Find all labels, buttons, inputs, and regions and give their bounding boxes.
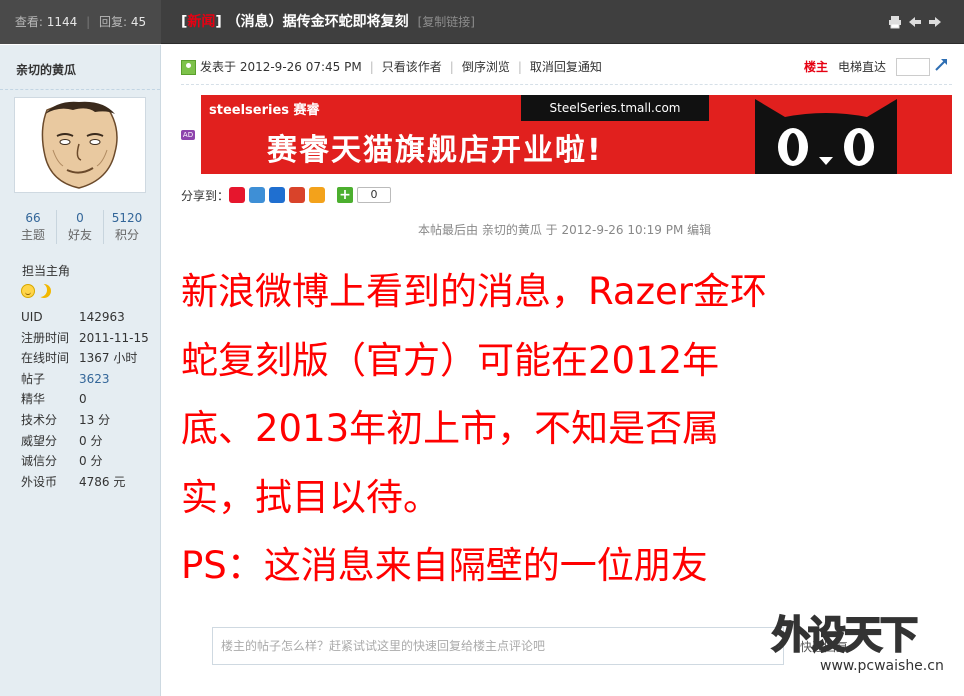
- post-line: 新浪微博上看到的消息，Razer金环: [181, 270, 767, 313]
- info-row: 外设币 4786 元: [21, 474, 126, 489]
- pengyou-share-icon[interactable]: [309, 187, 326, 203]
- author-only-link[interactable]: 只看该作者: [382, 57, 442, 77]
- smile-medal-icon: [21, 284, 35, 298]
- thread-title-text: （消息）据传金环蛇即将复刻: [226, 14, 409, 30]
- floor-label: 楼主: [803, 60, 828, 74]
- info-row: UID 142963: [21, 310, 125, 324]
- avatar-caricature-image: [17, 100, 143, 190]
- author-name-link[interactable]: 亲切的黄瓜: [16, 61, 76, 78]
- steelseries-banner-ad[interactable]: steelseries 赛睿 SteelSeries.tmall.com 赛睿天…: [201, 95, 952, 174]
- edit-note: 本帖最后由 亲切的黄瓜 于 2012-9-26 10:19 PM 编辑: [418, 223, 712, 237]
- cancel-notify-link[interactable]: 取消回复通知: [530, 57, 602, 77]
- quick-reply-input[interactable]: [213, 628, 783, 664]
- banner-url: SteelSeries.tmall.com: [521, 95, 709, 121]
- info-row: 威望分 0 分: [21, 433, 103, 448]
- replies-count: 45: [130, 15, 147, 29]
- info-row: 技术分 13 分: [21, 412, 111, 427]
- topics-count[interactable]: 66 主题: [10, 210, 57, 244]
- sidebar-divider: [0, 89, 160, 90]
- post-line: PS：这消息来自隔壁的一位朋友: [181, 544, 708, 587]
- renren-share-icon[interactable]: [269, 187, 286, 203]
- thread-header-bar: 查看: 1144 | 回复: 45 [新闻] （消息）据传金环蛇即将复刻 [复制…: [0, 0, 964, 44]
- quick-reply-box: [212, 627, 784, 665]
- post-meta-bar: 发表于 2012-9-26 07:45 PM | 只看该作者 | 倒序浏览 | …: [181, 57, 602, 77]
- info-row: 诚信分 0 分: [21, 454, 103, 469]
- info-row: 精华 0: [21, 392, 87, 407]
- post-body: 新浪微博上看到的消息，Razer金环 蛇复刻版（官方）可能在2012年 底、20…: [181, 258, 952, 601]
- views-count: 1144: [46, 15, 78, 29]
- author-counts: 66 主题 0 好友 5120 积分: [10, 210, 150, 244]
- author-sidebar: 亲切的黄瓜 66 主题 0 好友 5120 积分 担当主角 UID 142963…: [0, 45, 161, 696]
- share-label: 分享到：: [181, 188, 230, 203]
- posts-count-link[interactable]: 3623: [79, 369, 110, 390]
- thread-stats: 查看: 1144 | 回复: 45: [0, 0, 161, 44]
- points-count[interactable]: 5120 积分: [104, 210, 150, 244]
- post-line: 实，拭目以待。: [181, 475, 440, 519]
- site-watermark: 外设天下 www.pcwaishe.cn: [771, 604, 952, 684]
- banner-slogan: 赛睿天猫旗舰店开业啦!: [267, 133, 603, 168]
- floor-tools: 楼主 电梯直达: [804, 57, 950, 77]
- banner-brand: steelseries 赛睿: [209, 103, 320, 118]
- meta-divider: [181, 84, 952, 85]
- thread-title: [新闻] （消息）据传金环蛇即将复刻 [复制链接]: [181, 14, 475, 30]
- stats-divider: |: [86, 15, 91, 29]
- replies-label: 回复:: [98, 15, 128, 29]
- next-thread-icon[interactable]: [928, 15, 942, 29]
- avatar[interactable]: [14, 97, 146, 193]
- medal-icons: [21, 284, 51, 298]
- watermark-title: 外设天下: [771, 612, 919, 658]
- info-row: 在线时间 1367 小时: [21, 351, 138, 366]
- share-row: 分享到： + 0: [181, 186, 392, 204]
- moon-medal-icon: [37, 284, 51, 298]
- author-info-list: UID 142963 注册时间 2011-11-15 在线时间 1367 小时 帖子 3…: [21, 307, 149, 492]
- print-icon[interactable]: [888, 15, 902, 29]
- qzone-share-icon[interactable]: [249, 187, 266, 203]
- info-row: 注册时间 2011-11-15: [21, 330, 149, 345]
- post-line: 底、2013年初上市，不知是否属: [181, 407, 720, 450]
- category-tag-link[interactable]: 新闻: [187, 14, 215, 30]
- jump-label: 电梯直达: [837, 60, 886, 74]
- share-count: 0: [357, 187, 392, 203]
- user-role: 担当主角: [22, 264, 71, 278]
- post-line: 蛇复刻版（官方）可能在2012年: [181, 338, 720, 382]
- tmall-cat-icon: [755, 99, 897, 174]
- prev-thread-icon[interactable]: [908, 15, 922, 29]
- info-row: 帖子 3623: [21, 369, 149, 390]
- friends-count[interactable]: 0 好友: [57, 210, 104, 244]
- ad-badge: AD: [181, 130, 195, 140]
- reverse-order-link[interactable]: 倒序浏览: [462, 57, 510, 77]
- views-label: 查看:: [14, 15, 43, 29]
- online-status-icon: [181, 59, 196, 75]
- post-date: 发表于 2012-9-26 07:45 PM: [200, 60, 362, 74]
- watermark-url: www.pcwaishe.cn: [820, 658, 944, 674]
- more-share-icon[interactable]: +: [337, 187, 354, 203]
- thread-nav-icons: [888, 15, 942, 29]
- jump-go-icon[interactable]: [934, 56, 950, 78]
- copy-link-button[interactable]: [复制链接]: [418, 15, 475, 29]
- floor-jump-input[interactable]: [896, 58, 930, 76]
- kaixin-share-icon[interactable]: [289, 187, 306, 203]
- weibo-share-icon[interactable]: [229, 187, 246, 203]
